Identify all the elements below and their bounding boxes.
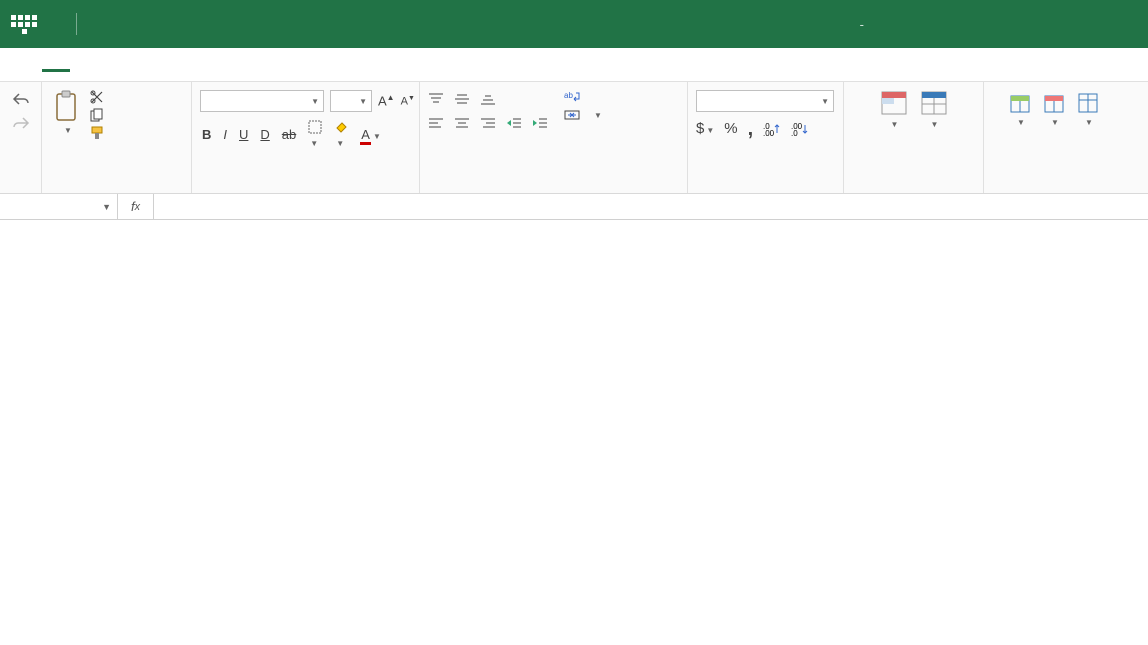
svg-text:ab: ab (564, 91, 573, 100)
align-center-button[interactable] (454, 116, 470, 130)
group-label-cells (992, 187, 1116, 191)
chevron-down-icon: ▼ (64, 126, 72, 135)
tab-help[interactable] (192, 58, 220, 72)
tab-insert[interactable] (72, 58, 100, 72)
shrink-font-button[interactable]: A▼ (401, 95, 415, 108)
name-box[interactable]: ▼ (0, 194, 118, 219)
delete-icon (1042, 90, 1066, 114)
strikethrough-button[interactable]: ab (282, 127, 296, 142)
align-middle-button[interactable] (454, 92, 470, 106)
clipboard-icon (54, 90, 80, 122)
tab-data[interactable] (102, 58, 130, 72)
tab-bar (0, 48, 1148, 82)
grow-font-button[interactable]: A▲ (378, 93, 395, 108)
fx-icon[interactable]: fx (118, 194, 154, 219)
format-cells-button[interactable]: ▼ (1072, 86, 1104, 131)
dash: - (860, 17, 864, 32)
number-format-select[interactable]: ▼ (696, 90, 834, 112)
tab-home[interactable] (42, 58, 70, 72)
bold-button[interactable]: B (202, 127, 211, 142)
double-underline-button[interactable]: D (260, 127, 269, 142)
group-label-clipboard (50, 187, 183, 191)
copy-button[interactable] (90, 108, 110, 122)
group-label-number (696, 187, 835, 191)
underline-button[interactable]: U (239, 127, 248, 142)
svg-text:.0: .0 (791, 129, 798, 136)
tab-view[interactable] (162, 58, 190, 72)
align-bottom-button[interactable] (480, 92, 496, 106)
cond-format-icon (880, 90, 908, 116)
redo-button[interactable] (12, 116, 30, 130)
font-size-select[interactable]: ▼ (330, 90, 372, 112)
merge-icon (564, 108, 580, 122)
comma-button[interactable]: , (748, 124, 754, 134)
increase-decimal-button[interactable]: .0.00 (763, 122, 781, 136)
fill-color-button[interactable]: ▼ (334, 120, 348, 149)
insert-cells-button[interactable]: ▼ (1004, 86, 1036, 131)
insert-icon (1008, 90, 1032, 114)
formula-bar: ▼ fx (0, 194, 1148, 220)
tell-me-search[interactable] (258, 58, 286, 72)
increase-indent-button[interactable] (532, 116, 548, 130)
ribbon: ▼ ▼ ▼ A▲ A▼ B I U D ab ▼ (0, 82, 1148, 194)
decrease-decimal-button[interactable]: .00.0 (791, 122, 809, 136)
divider (76, 13, 77, 35)
delete-cells-button[interactable]: ▼ (1038, 86, 1070, 131)
format-icon (1076, 90, 1100, 114)
borders-button[interactable]: ▼ (308, 120, 322, 149)
open-in-excel[interactable] (318, 58, 346, 72)
table-icon (920, 90, 948, 116)
cut-button[interactable] (90, 90, 110, 104)
format-painter-button[interactable] (90, 126, 110, 140)
percent-button[interactable]: % (724, 120, 737, 137)
conditional-formatting-button[interactable]: ▼ (876, 86, 912, 133)
group-label-undo (8, 187, 33, 191)
scissors-icon (90, 90, 104, 104)
tab-file[interactable] (12, 58, 40, 72)
chevron-down-icon: ▼ (102, 202, 111, 212)
paint-bucket-icon (334, 120, 348, 134)
wrap-text-icon: ab (564, 90, 580, 104)
paintbrush-icon (90, 126, 104, 140)
align-top-button[interactable] (428, 92, 444, 106)
currency-button[interactable]: $▼ (696, 120, 714, 137)
decrease-indent-button[interactable] (506, 116, 522, 130)
italic-button[interactable]: I (223, 127, 227, 142)
svg-text:.00: .00 (763, 129, 775, 136)
paste-button[interactable]: ▼ (50, 86, 84, 139)
format-as-table-button[interactable]: ▼ (916, 86, 952, 133)
wrap-text-button[interactable]: ab (564, 90, 586, 104)
merge-centre-button[interactable]: ▼ (564, 108, 602, 122)
copy-icon (90, 108, 104, 122)
app-launcher-icon[interactable] (10, 10, 38, 38)
font-family-select[interactable]: ▼ (200, 90, 324, 112)
undo-button[interactable] (12, 92, 30, 106)
group-label-font (200, 187, 411, 191)
group-label-tables (852, 187, 975, 191)
align-left-button[interactable] (428, 116, 444, 130)
group-label-alignment (428, 187, 679, 191)
align-right-button[interactable] (480, 116, 496, 130)
font-color-button[interactable]: A▼ (360, 127, 381, 142)
title-bar: - (0, 0, 1148, 48)
tab-review[interactable] (132, 58, 160, 72)
